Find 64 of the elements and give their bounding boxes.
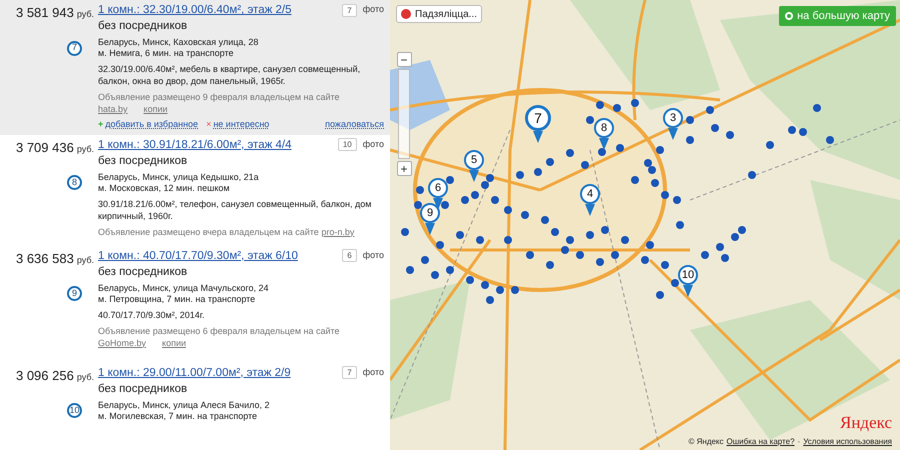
source-link[interactable]: GoHome.by: [98, 336, 146, 348]
marker-number: 7: [67, 40, 82, 56]
description: 30.91/18.21/6.00м², телефон, санузел совмещенный, балкон, дом кирпичный, 1960г.: [98, 198, 372, 222]
photo-label: фото: [362, 3, 384, 16]
address-line: м. Петровщина, 7 мин. на транспорте: [98, 294, 256, 304]
seller-note: без посредников: [98, 264, 188, 280]
address-line: м. Московская, 12 мин. пешком: [98, 182, 231, 194]
address-line: Беларусь, Минск, улица Алеся Бачило, 2: [98, 400, 270, 410]
posted-note: Объявление размещено вчера владельцем на сайте pro-n.by: [98, 226, 356, 238]
description: 40.70/17.70/9.30м², 2014г.: [98, 308, 206, 320]
copies-link[interactable]: копии: [144, 103, 168, 115]
share-icon: [401, 9, 411, 19]
listing-title-link[interactable]: 1 комн.: 40.70/17.70/9.30м², этаж 6/10: [98, 248, 298, 262]
address-line: м. Немига, 6 мин. на транспорте: [98, 48, 234, 59]
currency: руб.: [76, 142, 94, 156]
listing-title-link[interactable]: 1 комн.: 30.91/18.21/6.00м², этаж 4/4: [98, 138, 292, 152]
address-line: Беларусь, Минск, улица Мачульского, 24: [98, 282, 270, 294]
photo-count: 10: [338, 138, 357, 151]
terms-link[interactable]: Условия использования: [803, 436, 892, 448]
photo-label: фото: [362, 138, 384, 151]
posted-note: Объявление размещено 6 февраля владельцем на сайте: [98, 324, 341, 336]
currency: руб.: [76, 254, 94, 267]
marker-number: 9: [67, 286, 82, 301]
separator: ·: [798, 436, 800, 448]
cross-icon: ×: [206, 118, 212, 132]
error-link[interactable]: Ошибка на карте?: [726, 436, 795, 448]
price: 3 581 943: [16, 4, 74, 22]
seller-note: без посредников: [98, 382, 188, 396]
seller-note: без посредников: [98, 19, 188, 34]
address-line: Беларусь, Минск, улица Кедышко, 21а: [98, 172, 260, 182]
price: 3 636 583: [16, 250, 74, 268]
map-drawing[interactable]: [390, 0, 900, 450]
copies-link[interactable]: копии: [162, 336, 186, 348]
seller-note: без посредников: [98, 154, 188, 168]
listing-title-link[interactable]: 1 комн.: 29.00/11.00/7.00м², этаж 2/9: [98, 366, 291, 380]
currency: руб.: [76, 370, 94, 384]
price: 3 709 436: [16, 138, 74, 156]
photo-count: 6: [342, 249, 357, 262]
source-link[interactable]: pro-n.by: [321, 226, 354, 236]
address-line: Беларусь, Минск, Каховская улица, 28: [98, 37, 260, 48]
plus-icon: +: [98, 118, 104, 132]
report-link[interactable]: пожаловаться: [325, 118, 384, 132]
photo-count: 7: [342, 366, 357, 379]
yandex-logo: Яндекс: [840, 412, 892, 434]
photo-label: фото: [362, 366, 384, 379]
address-line: м. Могилевская, 7 мин. на транспорте: [98, 410, 258, 422]
share-button[interactable]: Падзяліцца...: [396, 5, 482, 23]
not-interested-link[interactable]: не интересно: [213, 118, 270, 132]
zoom-slider-track[interactable]: [398, 69, 410, 159]
zoom-out-button[interactable]: −: [396, 52, 412, 67]
marker-number: 10: [67, 403, 82, 418]
photo-label: фото: [362, 248, 384, 262]
zoom-in-button[interactable]: +: [396, 161, 412, 176]
source-link[interactable]: hata.by: [98, 103, 128, 115]
copyright: © Яндекс: [688, 436, 724, 448]
listing-title-link[interactable]: 1 комн.: 32.30/19.00/6.40м², этаж 2/5: [98, 3, 292, 17]
marker-number: 8: [67, 175, 82, 190]
price: 3 096 256: [16, 366, 74, 384]
favorite-link[interactable]: добавить в избранное: [105, 118, 198, 132]
posted-note: Объявление размещено 9 февраля владельцем на сайте: [98, 91, 341, 103]
currency: руб.: [76, 8, 94, 21]
description: 32.30/19.00/6.40м², мебель в квартире, санузел совмещенный, балкон, окна во двор, дом панельный, 1965г.: [98, 63, 362, 87]
pin-icon: [785, 12, 794, 20]
photo-count: 7: [342, 4, 357, 16]
